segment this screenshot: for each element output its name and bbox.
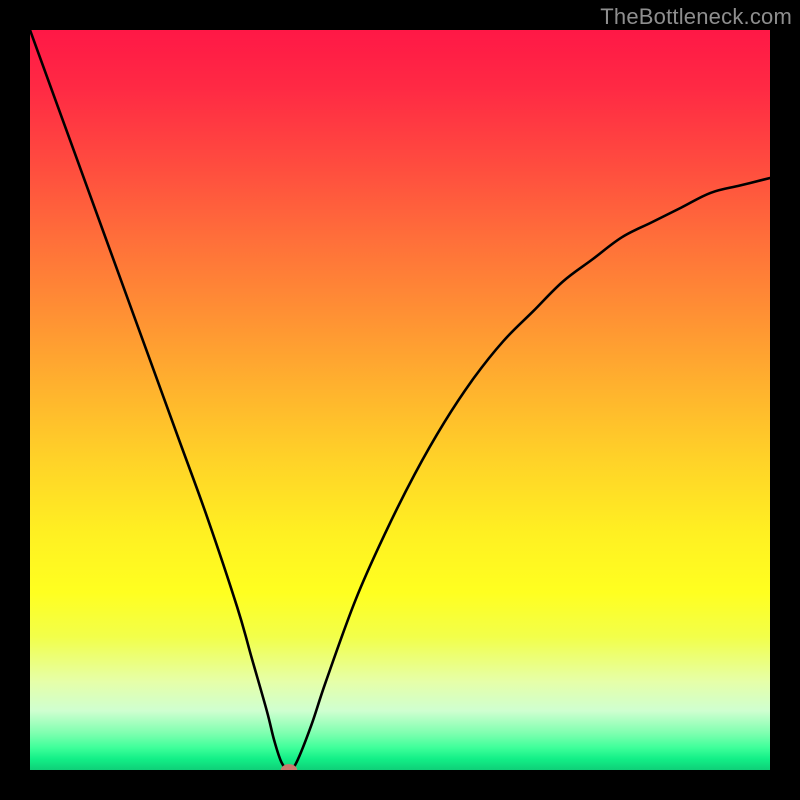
watermark-text: TheBottleneck.com: [600, 4, 792, 30]
plot-area: [30, 30, 770, 770]
bottleneck-curve-path: [30, 30, 770, 770]
chart-frame: TheBottleneck.com: [0, 0, 800, 800]
bottleneck-line-chart: [30, 30, 770, 770]
